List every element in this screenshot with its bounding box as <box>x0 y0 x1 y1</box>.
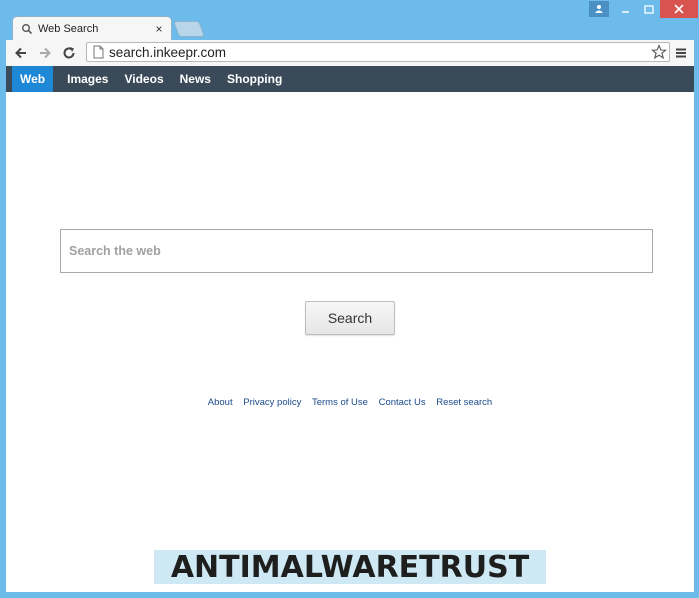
search-icon <box>21 23 33 35</box>
footer-link-privacy[interactable]: Privacy policy <box>243 397 301 408</box>
forward-arrow-icon[interactable] <box>34 42 56 64</box>
new-tab-button[interactable] <box>173 21 205 37</box>
nav-videos[interactable]: Videos <box>116 66 171 92</box>
close-window-button[interactable] <box>660 0 698 18</box>
watermark-logo: ANTIMALWARETRUST <box>154 550 546 585</box>
category-navbar: Web Images Videos News Shopping <box>6 66 694 92</box>
nav-shopping[interactable]: Shopping <box>219 66 290 92</box>
page-content: Web Images Videos News Shopping Search A… <box>6 66 694 592</box>
reload-icon[interactable] <box>58 42 80 64</box>
page-icon <box>91 45 105 59</box>
browser-toolbar: search.inkeepr.com <box>6 40 694 66</box>
footer-link-about[interactable]: About <box>208 397 233 408</box>
footer-link-contact[interactable]: Contact Us <box>379 397 426 408</box>
user-profile-icon[interactable] <box>589 1 609 17</box>
bookmark-star-icon[interactable] <box>650 43 668 61</box>
footer-link-reset[interactable]: Reset search <box>436 397 492 408</box>
hamburger-menu-icon[interactable] <box>672 43 690 63</box>
footer-links: About Privacy policy Terms of Use Contac… <box>6 397 694 408</box>
search-button[interactable]: Search <box>305 301 395 335</box>
tab-close-icon[interactable]: × <box>153 22 165 36</box>
browser-window: Web Search × search.inkeepr.com Web Imag… <box>0 0 699 598</box>
maximize-button[interactable] <box>638 0 660 18</box>
nav-web[interactable]: Web <box>12 66 54 92</box>
url-text: search.inkeepr.com <box>109 44 227 60</box>
footer-link-terms[interactable]: Terms of Use <box>312 397 368 408</box>
nav-images[interactable]: Images <box>59 66 116 92</box>
address-bar[interactable]: search.inkeepr.com <box>86 42 670 62</box>
browser-tab[interactable]: Web Search × <box>12 16 172 40</box>
search-box <box>60 229 653 273</box>
search-input[interactable] <box>67 243 652 259</box>
minimize-button[interactable] <box>614 0 636 18</box>
tab-title: Web Search <box>38 22 99 35</box>
back-arrow-icon[interactable] <box>10 42 32 64</box>
nav-news[interactable]: News <box>172 66 219 92</box>
